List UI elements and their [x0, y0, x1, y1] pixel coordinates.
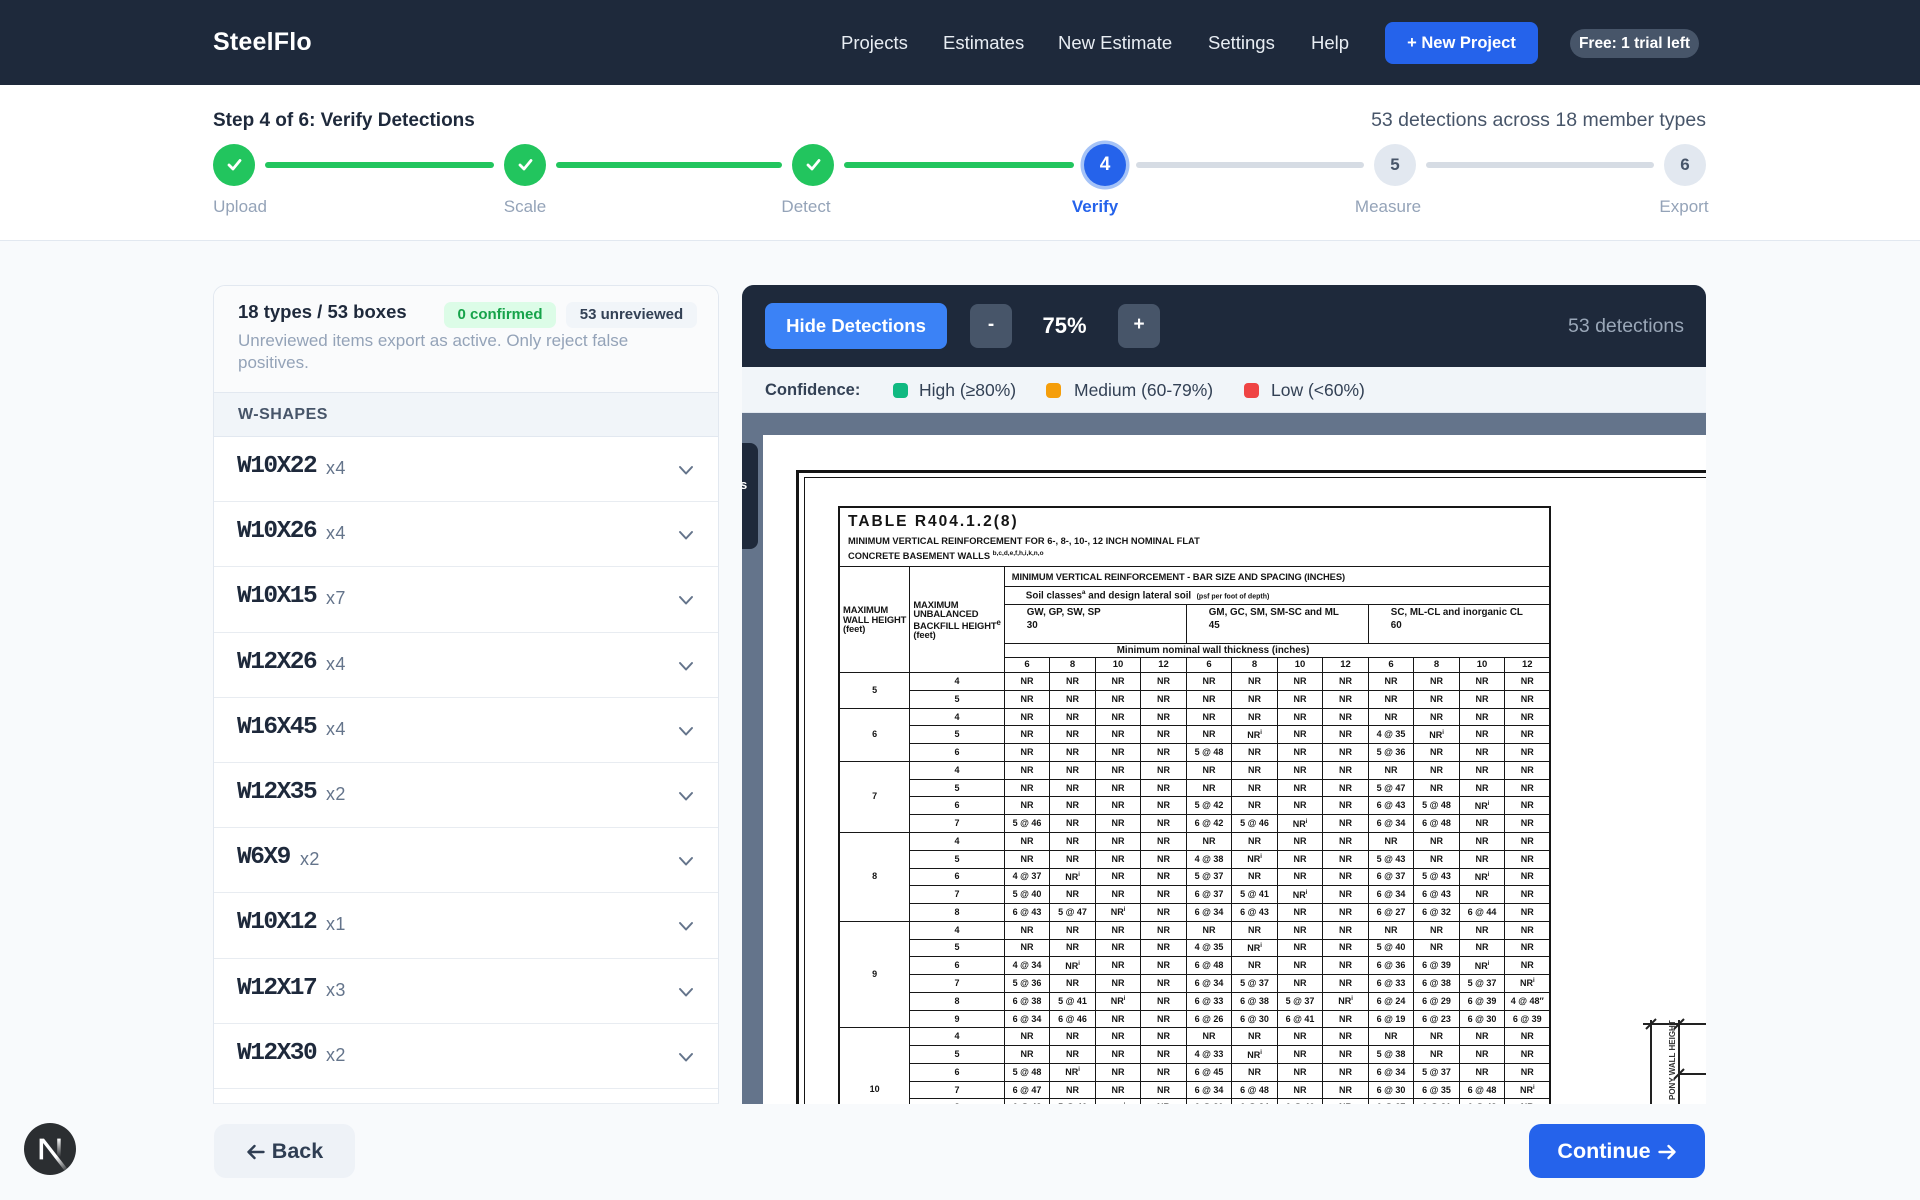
svg-text:PONY WALL HEIGHT: PONY WALL HEIGHT: [1668, 1020, 1677, 1100]
